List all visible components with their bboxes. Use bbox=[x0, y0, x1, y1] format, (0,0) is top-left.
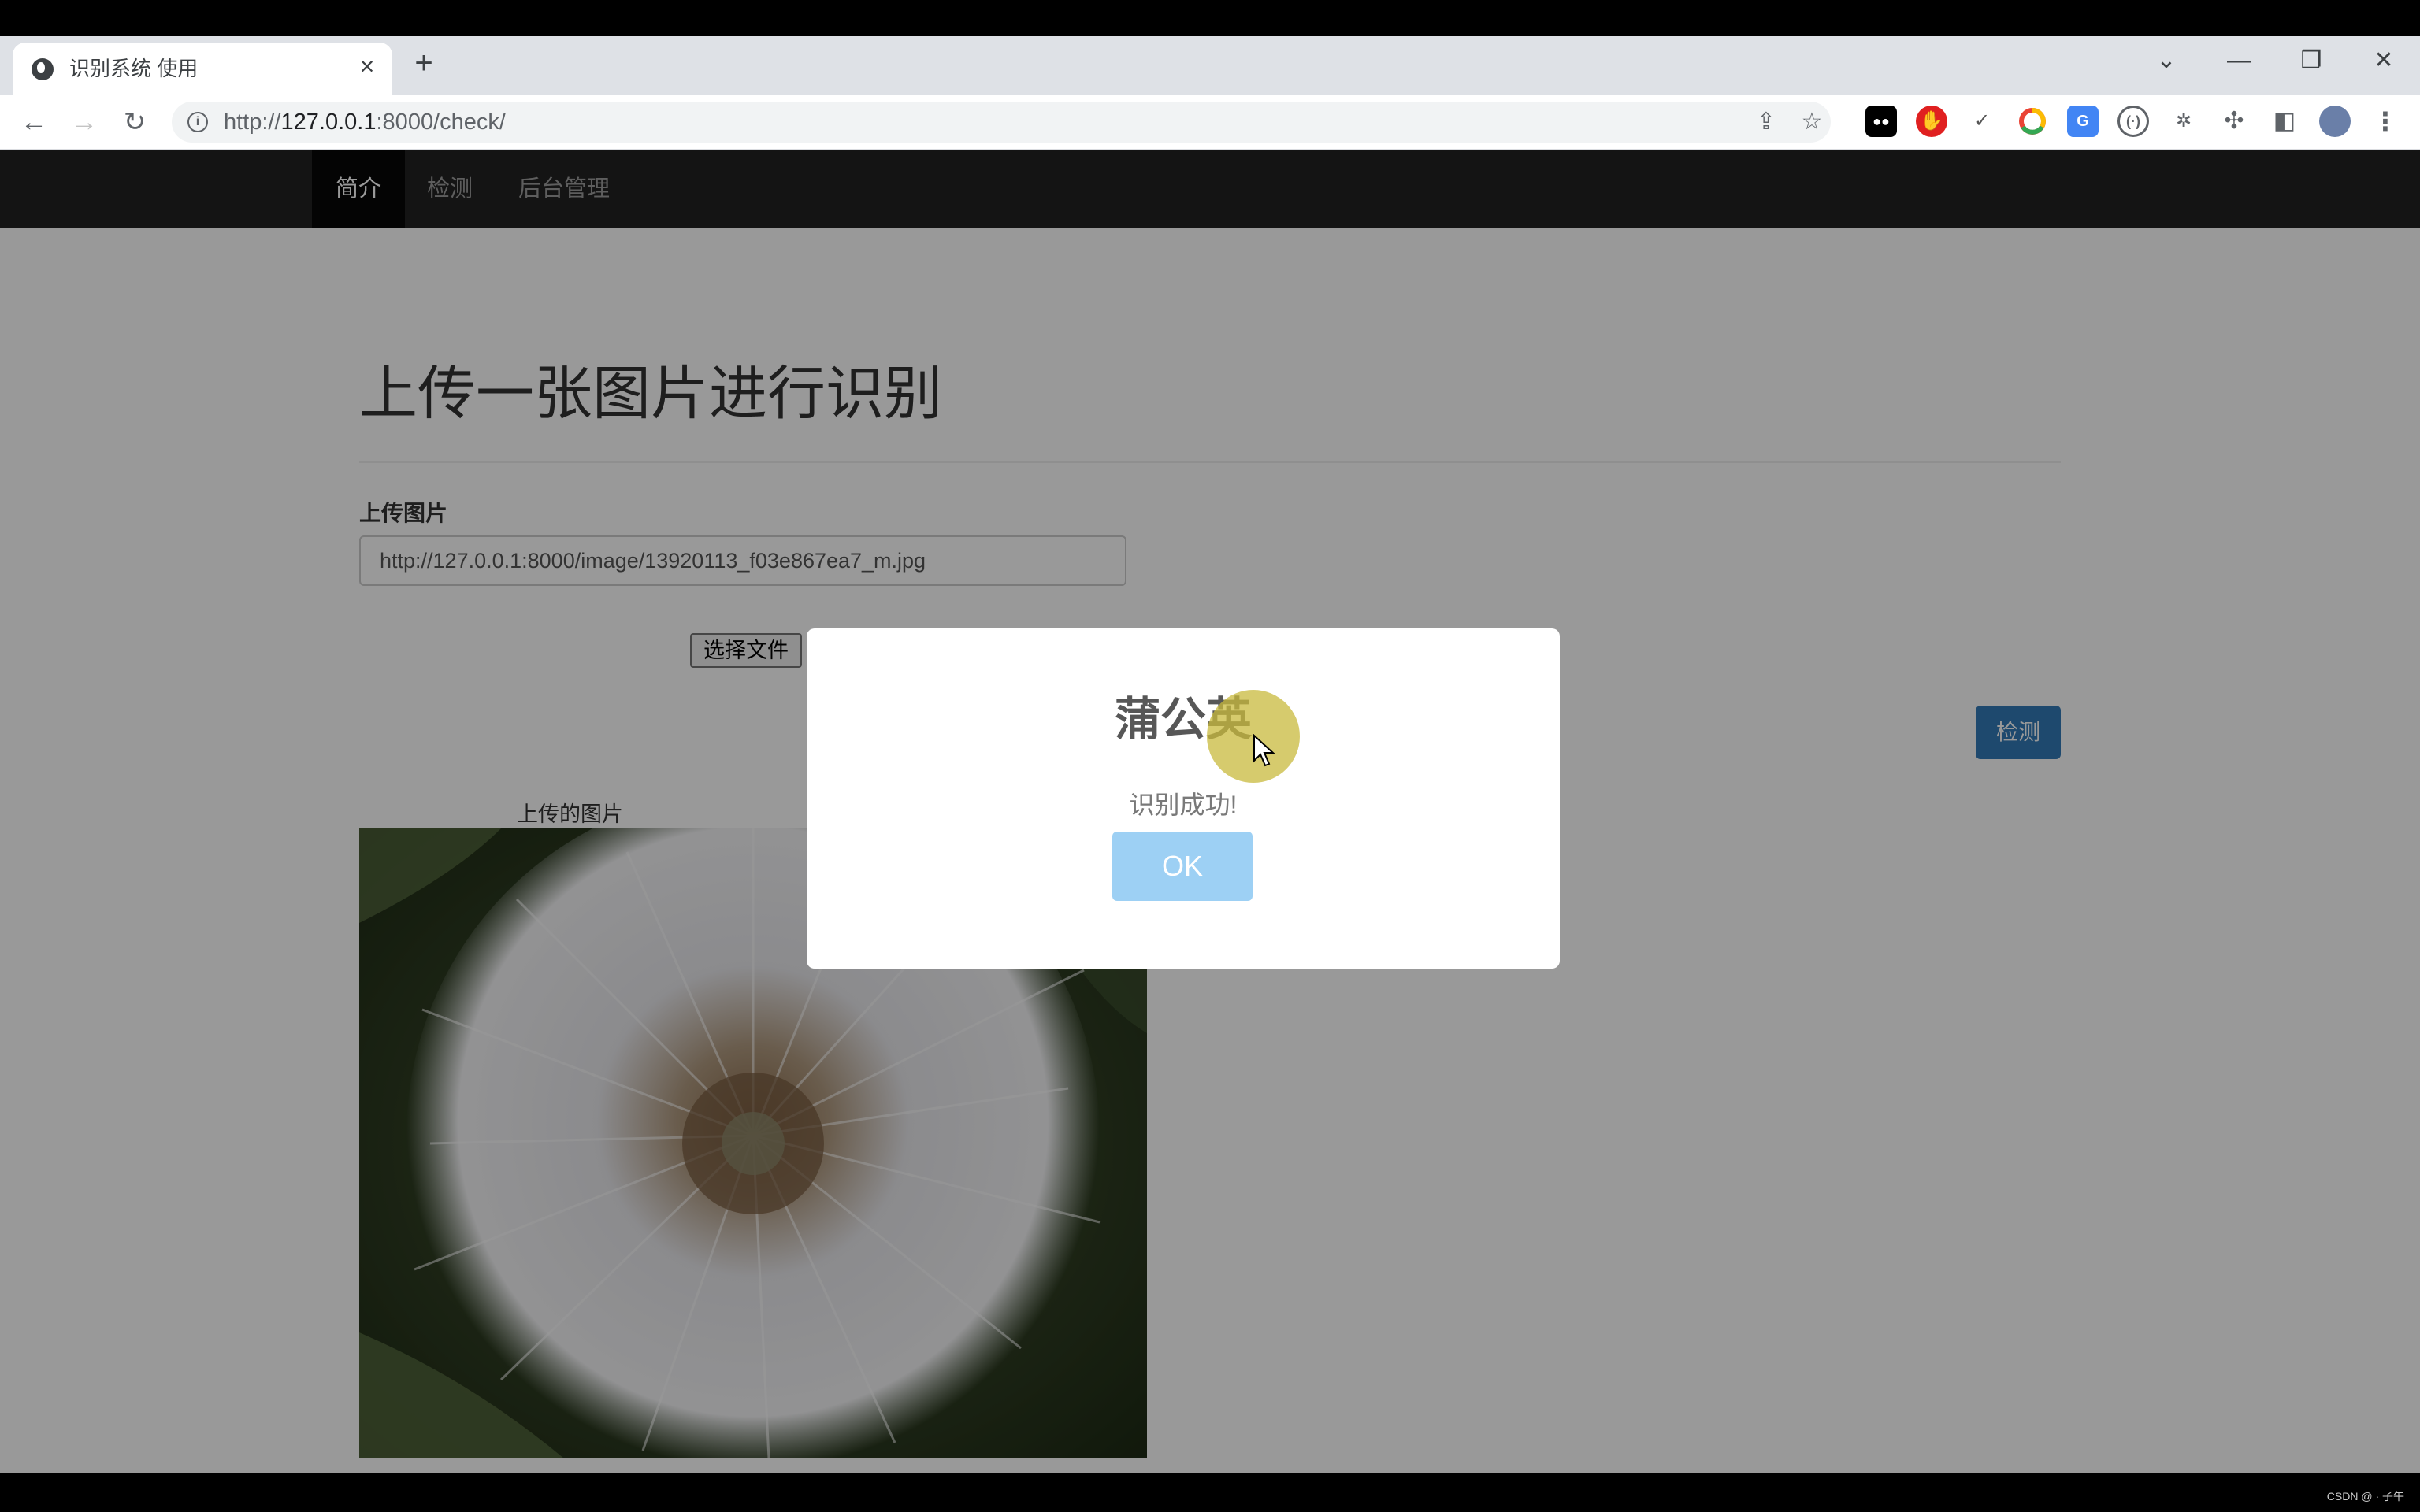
tab-search-icon[interactable]: ⌄ bbox=[2143, 41, 2190, 80]
globe-icon bbox=[32, 58, 54, 80]
ok-button[interactable]: OK bbox=[1112, 832, 1253, 901]
mouse-pointer-icon bbox=[1253, 734, 1275, 767]
browser-toolbar: ← → ↻ i http://127.0.0.1:8000/check/ ⇪ ☆ bbox=[0, 94, 2420, 150]
address-bar[interactable]: i http://127.0.0.1:8000/check/ ⇪ ☆ bbox=[172, 102, 1831, 143]
new-tab-button[interactable]: + bbox=[406, 46, 441, 80]
extension-icon-2[interactable]: ✋ bbox=[1916, 106, 1947, 137]
extension-icon-1[interactable]: ●● bbox=[1865, 106, 1897, 137]
back-icon[interactable]: ← bbox=[14, 102, 54, 142]
side-panel-icon[interactable]: ◧ bbox=[2269, 106, 2300, 137]
profile-avatar[interactable] bbox=[2319, 106, 2351, 137]
url-text[interactable]: http://127.0.0.1:8000/check/ bbox=[224, 109, 506, 135]
page-content: 简介 检测 后台管理 上传一张图片进行识别 上传图片 http://127.0.… bbox=[0, 150, 2420, 1473]
reload-icon[interactable]: ↻ bbox=[115, 102, 154, 142]
close-window-icon[interactable]: ✕ bbox=[2360, 41, 2407, 80]
minimize-icon[interactable]: — bbox=[2215, 41, 2262, 80]
extension-icon-4[interactable] bbox=[2017, 106, 2048, 137]
extension-icon-7[interactable]: ✲ bbox=[2168, 106, 2199, 137]
translate-icon[interactable]: G bbox=[2067, 106, 2099, 137]
info-icon[interactable]: i bbox=[187, 112, 208, 132]
browser-tab[interactable]: 识别系统 使用 × bbox=[13, 43, 392, 94]
dialog-message: 识别成功! bbox=[1129, 791, 1238, 819]
watermark-text: CSDN @ · 子午 bbox=[2326, 1490, 2404, 1503]
extension-icon-6[interactable]: (·) bbox=[2118, 106, 2149, 137]
menu-kebab-icon[interactable]: ⋮ bbox=[2370, 106, 2401, 137]
bookmark-star-icon[interactable]: ☆ bbox=[1798, 108, 1826, 136]
share-icon[interactable]: ⇪ bbox=[1752, 108, 1780, 136]
result-dialog: 蒲公英 识别成功! OK bbox=[807, 628, 1560, 969]
screen-bottom-bar: CSDN @ · 子午 bbox=[0, 1473, 2420, 1512]
screen-top-bar bbox=[0, 0, 2420, 36]
forward-icon[interactable]: → bbox=[65, 102, 104, 142]
dialog-title: 蒲公英 bbox=[1114, 694, 1252, 745]
tab-close-icon[interactable]: × bbox=[353, 52, 381, 80]
restore-icon[interactable]: ❐ bbox=[2288, 41, 2335, 80]
extensions-puzzle-icon[interactable]: ✣ bbox=[2218, 106, 2250, 137]
extension-icon-3[interactable]: ✓ bbox=[1966, 106, 1998, 137]
tab-title: 识别系统 使用 bbox=[69, 57, 199, 80]
